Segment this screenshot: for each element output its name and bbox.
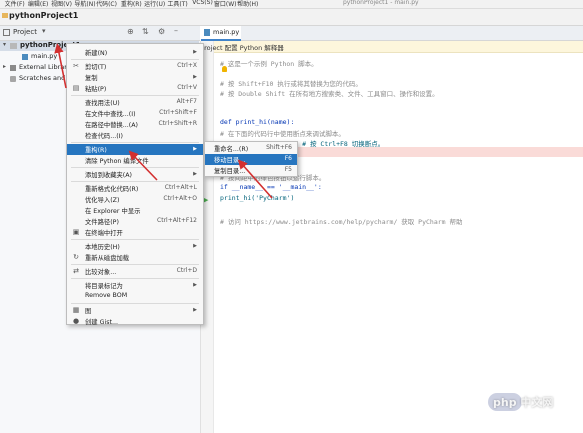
arrow-to-project: [54, 43, 67, 89]
arrow-to-move-dir: [237, 159, 273, 199]
arrow-to-refactor: [128, 150, 158, 181]
watermark: php 中文网: [488, 392, 576, 414]
annotation-arrows: [54, 43, 273, 199]
watermark-text: php 中文网: [493, 396, 554, 409]
